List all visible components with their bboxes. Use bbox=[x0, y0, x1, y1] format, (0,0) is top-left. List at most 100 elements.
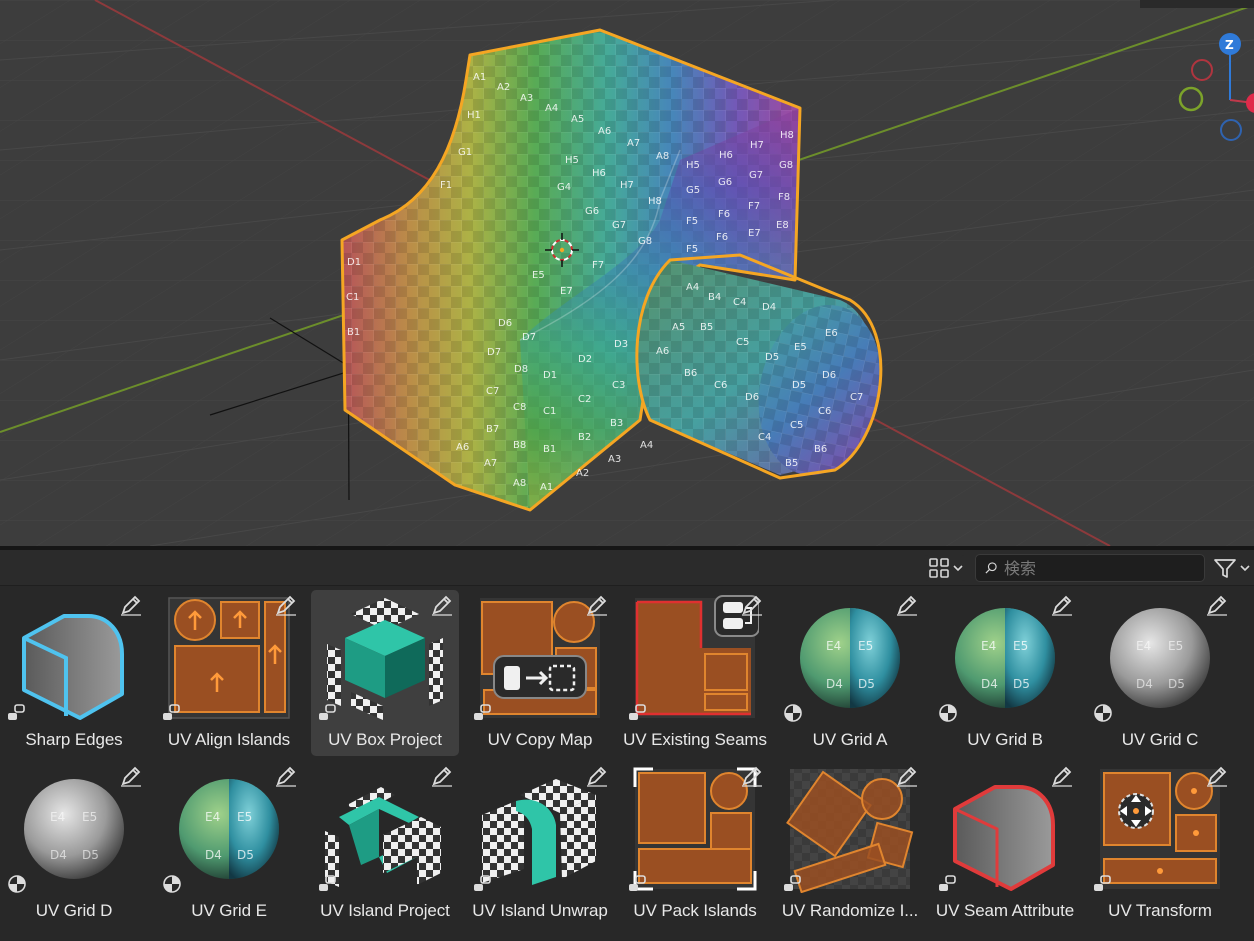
asset-tile-sharp-edges[interactable]: Sharp Edges bbox=[0, 590, 148, 756]
svg-text:G8: G8 bbox=[779, 160, 793, 171]
asset-tile-uv-grid-a[interactable]: E4 E5 D4 D5 UV Grid A bbox=[776, 590, 924, 756]
3d-viewport[interactable]: A1 A2 A3 A4 A5 A6 A7 A8 H1 H5 H6 H7 H8 G1 G4 G6 G7… bbox=[0, 0, 1254, 546]
asset-tile-uv-grid-e[interactable]: E4 E5 D4 D5 UV Grid E bbox=[155, 761, 303, 927]
search-input[interactable] bbox=[1004, 556, 1204, 580]
svg-text:D6: D6 bbox=[745, 392, 759, 403]
asset-tile-uv-island-unwrap[interactable]: UV Island Unwrap bbox=[466, 761, 614, 927]
edit-icon[interactable] bbox=[584, 592, 610, 618]
svg-text:B3: B3 bbox=[610, 418, 623, 429]
asset-label: UV Seam Attribute bbox=[935, 901, 1075, 920]
svg-text:H6: H6 bbox=[592, 168, 606, 179]
material-icon bbox=[163, 875, 181, 893]
asset-tile-uv-seam-attribute[interactable]: UV Seam Attribute bbox=[931, 761, 1079, 927]
svg-text:B5: B5 bbox=[700, 322, 713, 333]
svg-text:A4: A4 bbox=[686, 282, 699, 293]
node-group-icon bbox=[474, 704, 491, 720]
svg-text:C5: C5 bbox=[736, 337, 749, 348]
edit-icon[interactable] bbox=[894, 763, 920, 789]
edit-icon[interactable] bbox=[894, 592, 920, 618]
svg-text:A2: A2 bbox=[576, 468, 589, 479]
svg-text:G7: G7 bbox=[749, 170, 763, 181]
asset-label: UV Pack Islands bbox=[633, 901, 757, 920]
svg-text:C4: C4 bbox=[733, 297, 746, 308]
edit-icon[interactable] bbox=[1049, 763, 1075, 789]
svg-text:E4: E4 bbox=[205, 810, 220, 824]
asset-tile-uv-grid-b[interactable]: E4 E5 D4 D5 UV Grid B bbox=[931, 590, 1079, 756]
asset-label: UV Transform bbox=[1108, 901, 1212, 920]
svg-text:C1: C1 bbox=[543, 406, 556, 417]
asset-tile-uv-copy-map[interactable]: UV Copy Map bbox=[466, 590, 614, 756]
edit-icon[interactable] bbox=[429, 763, 455, 789]
svg-text:G1: G1 bbox=[458, 147, 472, 158]
asset-tile-uv-existing-seams[interactable]: UV Existing Seams bbox=[621, 590, 769, 756]
edit-icon[interactable] bbox=[739, 592, 765, 618]
svg-text:G6: G6 bbox=[585, 206, 599, 217]
svg-text:E5: E5 bbox=[532, 270, 545, 281]
search-icon bbox=[985, 562, 997, 574]
edit-icon[interactable] bbox=[1049, 592, 1075, 618]
edit-icon[interactable] bbox=[584, 763, 610, 789]
asset-label: UV Grid D bbox=[35, 901, 113, 920]
asset-label: UV Island Unwrap bbox=[472, 901, 608, 920]
filter-dropdown[interactable] bbox=[1212, 555, 1254, 581]
asset-tile-uv-transform[interactable]: UV Transform bbox=[1086, 761, 1234, 927]
svg-text:E7: E7 bbox=[748, 228, 761, 239]
svg-text:B8: B8 bbox=[513, 440, 526, 451]
node-group-icon bbox=[784, 875, 801, 891]
gizmo-z-label: Z bbox=[1225, 38, 1234, 52]
svg-text:H1: H1 bbox=[467, 110, 481, 121]
asset-tile-uv-pack-islands[interactable]: UV Pack Islands bbox=[621, 761, 769, 927]
asset-shelf: Sharp Edges UV Align Islands bbox=[0, 550, 1254, 941]
svg-text:D5: D5 bbox=[1168, 677, 1185, 691]
display-mode-dropdown[interactable] bbox=[924, 555, 966, 581]
asset-label: UV Grid C bbox=[1121, 730, 1199, 749]
edit-icon[interactable] bbox=[118, 592, 144, 618]
asset-tile-uv-grid-d[interactable]: E4 E5 D4 D5 UV Grid D bbox=[0, 761, 148, 927]
svg-text:D5: D5 bbox=[792, 380, 806, 391]
edit-icon[interactable] bbox=[1204, 763, 1230, 789]
asset-tile-uv-island-project[interactable]: UV Island Project bbox=[311, 761, 459, 927]
svg-text:E4: E4 bbox=[50, 810, 65, 824]
svg-text:D8: D8 bbox=[514, 364, 528, 375]
svg-text:G8: G8 bbox=[638, 236, 652, 247]
asset-label: UV Grid E bbox=[191, 901, 267, 920]
edit-icon[interactable] bbox=[273, 592, 299, 618]
svg-text:A5: A5 bbox=[571, 114, 584, 125]
edit-icon[interactable] bbox=[429, 592, 455, 618]
node-group-icon bbox=[319, 704, 336, 720]
viewport-canvas[interactable]: A1 A2 A3 A4 A5 A6 A7 A8 H1 H5 H6 H7 H8 G1 G4 G6 G7… bbox=[0, 0, 1254, 546]
edit-icon[interactable] bbox=[739, 763, 765, 789]
asset-label: UV Island Project bbox=[320, 901, 450, 920]
material-icon bbox=[1094, 704, 1112, 722]
search-box[interactable] bbox=[975, 554, 1205, 582]
svg-text:E4: E4 bbox=[826, 639, 841, 653]
svg-text:G6: G6 bbox=[718, 177, 732, 188]
asset-label: Sharp Edges bbox=[25, 730, 123, 749]
edit-icon[interactable] bbox=[118, 763, 144, 789]
svg-text:E7: E7 bbox=[560, 286, 573, 297]
asset-tile-uv-randomize[interactable]: UV Randomize I... bbox=[776, 761, 924, 927]
svg-text:E5: E5 bbox=[1013, 639, 1028, 653]
svg-text:H7: H7 bbox=[620, 180, 634, 191]
asset-label: UV Copy Map bbox=[487, 730, 593, 749]
svg-text:F8: F8 bbox=[778, 192, 790, 203]
asset-tile-uv-align-islands[interactable]: UV Align Islands bbox=[155, 590, 303, 756]
svg-text:D4: D4 bbox=[981, 677, 998, 691]
asset-tile-uv-grid-c[interactable]: E4 E5 D4 D5 UV Grid C bbox=[1086, 590, 1234, 756]
asset-tile-uv-box-project[interactable]: UV Box Project bbox=[311, 590, 459, 756]
svg-text:H5: H5 bbox=[565, 155, 579, 166]
svg-text:E6: E6 bbox=[825, 328, 838, 339]
svg-text:E5: E5 bbox=[82, 810, 97, 824]
svg-text:A4: A4 bbox=[545, 103, 558, 114]
chevron-down-icon bbox=[1240, 565, 1250, 572]
asset-grid: Sharp Edges UV Align Islands UV Box Proj… bbox=[0, 588, 1254, 941]
svg-text:B5: B5 bbox=[785, 458, 798, 469]
svg-text:A1: A1 bbox=[473, 72, 486, 83]
svg-text:D4: D4 bbox=[205, 848, 222, 862]
edit-icon[interactable] bbox=[1204, 592, 1230, 618]
svg-text:A8: A8 bbox=[656, 151, 669, 162]
svg-text:D2: D2 bbox=[578, 354, 592, 365]
svg-text:F7: F7 bbox=[748, 201, 760, 212]
edit-icon[interactable] bbox=[273, 763, 299, 789]
material-icon bbox=[784, 704, 802, 722]
